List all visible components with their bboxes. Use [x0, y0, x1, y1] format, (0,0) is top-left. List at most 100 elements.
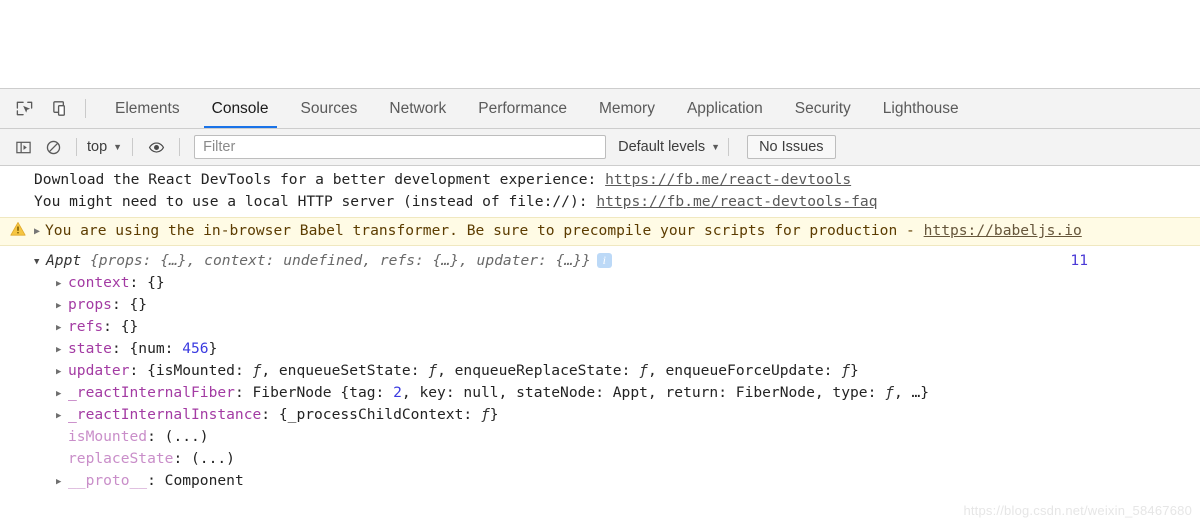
tab-lighthouse-label: Lighthouse — [883, 100, 959, 118]
clear-console-icon[interactable] — [38, 134, 68, 160]
execution-context-label: top — [87, 139, 107, 155]
property-separator: : — [103, 318, 121, 335]
filter-input[interactable] — [194, 135, 606, 159]
property-name: context — [68, 274, 130, 291]
object-property-row[interactable]: ▶state: {num: 456} — [0, 338, 1200, 360]
property-name: isMounted — [68, 428, 147, 445]
property-separator: : — [261, 406, 279, 423]
tab-application-label: Application — [687, 100, 763, 118]
object-property-row[interactable]: ▶__proto__: Component — [0, 470, 1200, 492]
chevron-down-icon: ▼ — [113, 143, 122, 152]
no-triangle-placeholder: ▶ — [56, 449, 68, 471]
property-separator: : — [130, 274, 148, 291]
property-separator: : — [173, 450, 191, 467]
watermark: https://blog.csdn.net/weixin_58467680 — [963, 500, 1192, 522]
console-toolbar-divider-4 — [728, 138, 729, 156]
react-devtools-faq-link[interactable]: https://fb.me/react-devtools-faq — [596, 193, 877, 210]
expand-triangle-icon[interactable]: ▶ — [56, 273, 68, 295]
react-devtools-link[interactable]: https://fb.me/react-devtools — [605, 171, 851, 188]
tab-network[interactable]: Network — [373, 89, 462, 128]
object-property-row[interactable]: ▶_reactInternalInstance: {_processChildC… — [0, 404, 1200, 426]
console-message-line: Download the React DevTools for a better… — [34, 169, 1200, 191]
object-header-row[interactable]: ▼Appt {props: {…}, context: undefined, r… — [0, 250, 1200, 272]
tab-elements[interactable]: Elements — [99, 89, 196, 128]
no-triangle-placeholder: ▶ — [56, 427, 68, 449]
property-name: refs — [68, 318, 103, 335]
object-property-row[interactable]: ▶refs: {} — [0, 316, 1200, 338]
console-message-react-devtools: Download the React DevTools for a better… — [0, 166, 1200, 214]
object-property-row[interactable]: ▶isMounted: (...) — [0, 426, 1200, 448]
expand-triangle-icon[interactable]: ▶ — [56, 339, 68, 361]
warning-text: You are using the in-browser Babel trans… — [45, 222, 924, 239]
property-value: {num: 456} — [130, 340, 218, 357]
property-name: props — [68, 296, 112, 313]
execution-context-selector[interactable]: top ▼ — [85, 139, 124, 155]
property-separator: : — [235, 384, 253, 401]
property-value: {} — [130, 296, 148, 313]
collapse-triangle-icon[interactable]: ▼ — [34, 251, 46, 273]
console-sidebar-icon[interactable] — [8, 134, 38, 160]
toolbar-divider — [85, 99, 86, 118]
tab-console[interactable]: Console — [196, 89, 285, 128]
property-value: Component — [165, 472, 244, 489]
devtools-screenshot: Elements Console Sources Network Perform… — [0, 0, 1200, 526]
tab-sources[interactable]: Sources — [285, 89, 374, 128]
tab-application[interactable]: Application — [671, 89, 779, 128]
inspect-element-icon[interactable] — [6, 89, 42, 128]
property-value[interactable]: (...) — [191, 450, 235, 467]
tab-security-label: Security — [795, 100, 851, 118]
property-separator: : — [147, 428, 165, 445]
object-property-row[interactable]: ▶_reactInternalFiber: FiberNode {tag: 2,… — [0, 382, 1200, 404]
expand-triangle-icon[interactable]: ▶ — [56, 471, 68, 493]
babeljs-link[interactable]: https://babeljs.io — [924, 222, 1082, 239]
live-expression-icon[interactable] — [141, 134, 171, 160]
expand-arrow-icon[interactable]: ▶ — [34, 221, 45, 243]
property-separator: : — [147, 472, 165, 489]
object-property-row[interactable]: ▶props: {} — [0, 294, 1200, 316]
console-message-line: You might need to use a local HTTP serve… — [34, 191, 1200, 213]
console-output: Download the React DevTools for a better… — [0, 166, 1200, 526]
message-text: Download the React DevTools for a better… — [34, 171, 605, 188]
device-toolbar-icon[interactable] — [42, 89, 78, 128]
tab-memory-label: Memory — [599, 100, 655, 118]
property-separator: : — [112, 296, 130, 313]
property-value: {_processChildContext: ƒ} — [279, 406, 499, 423]
log-levels-label: Default levels — [618, 139, 705, 155]
object-property-row[interactable]: ▶updater: {isMounted: ƒ, enqueueSetState… — [0, 360, 1200, 382]
page-viewport — [0, 0, 1200, 88]
property-value: FiberNode {tag: 2, key: null, stateNode:… — [253, 384, 930, 401]
info-badge-icon[interactable]: i — [597, 253, 612, 268]
tab-memory[interactable]: Memory — [583, 89, 671, 128]
source-line-link[interactable]: 11 — [1070, 250, 1088, 272]
expand-triangle-icon[interactable]: ▶ — [56, 405, 68, 427]
tab-security[interactable]: Security — [779, 89, 867, 128]
no-issues-button[interactable]: No Issues — [747, 135, 835, 159]
tab-performance-label: Performance — [478, 100, 567, 118]
property-value: {} — [121, 318, 139, 335]
property-name: _reactInternalFiber — [68, 384, 235, 401]
object-property-row[interactable]: ▶context: {} — [0, 272, 1200, 294]
tab-performance[interactable]: Performance — [462, 89, 583, 128]
expand-triangle-icon[interactable]: ▶ — [56, 317, 68, 339]
property-separator: : — [112, 340, 130, 357]
property-name: __proto__ — [68, 472, 147, 489]
log-levels-selector[interactable]: Default levels ▼ — [618, 139, 720, 155]
expand-triangle-icon[interactable]: ▶ — [56, 361, 68, 383]
console-toolbar-divider-3 — [179, 138, 180, 156]
console-message-babel-warning: ▶You are using the in-browser Babel tran… — [0, 217, 1200, 246]
tab-sources-label: Sources — [301, 100, 358, 118]
property-value: {} — [147, 274, 165, 291]
property-name: _reactInternalInstance — [68, 406, 261, 423]
expand-triangle-icon[interactable]: ▶ — [56, 383, 68, 405]
property-value[interactable]: (...) — [165, 428, 209, 445]
property-separator: : — [130, 362, 148, 379]
devtools-panel-tabs: Elements Console Sources Network Perform… — [99, 89, 975, 128]
object-property-row[interactable]: ▶replaceState: (...) — [0, 448, 1200, 470]
expand-triangle-icon[interactable]: ▶ — [56, 295, 68, 317]
warning-triangle-icon — [10, 221, 26, 237]
console-filter-toolbar: top ▼ Default levels ▼ No Issues — [0, 129, 1200, 166]
object-preview: {props: {…}, context: undefined, refs: {… — [81, 252, 591, 269]
tab-lighthouse[interactable]: Lighthouse — [867, 89, 975, 128]
tab-elements-label: Elements — [115, 100, 180, 118]
message-text: You might need to use a local HTTP serve… — [34, 193, 596, 210]
